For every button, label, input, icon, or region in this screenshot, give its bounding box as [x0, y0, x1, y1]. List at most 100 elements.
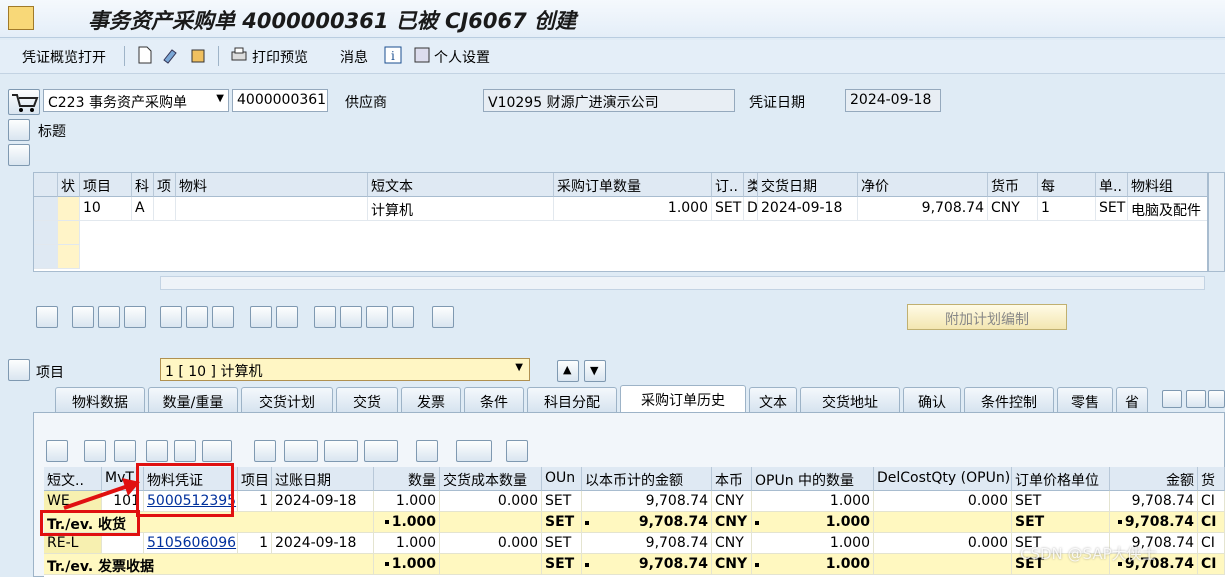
col-header[interactable]: 数量 — [374, 467, 440, 491]
delete-icon[interactable] — [160, 306, 182, 328]
col-header[interactable]: 过账日期 — [272, 467, 374, 491]
col-header[interactable]: 货币 — [988, 173, 1038, 197]
currency-cell[interactable]: CI — [1198, 491, 1225, 512]
amount-lc-cell[interactable]: 9,708.74 — [582, 533, 712, 554]
sort-descending-icon[interactable] — [340, 306, 362, 328]
tab-quantity-weight[interactable]: 数量/重量 — [148, 387, 238, 412]
copy-icon[interactable] — [250, 306, 272, 328]
next-item-button[interactable]: ▼ — [584, 360, 606, 382]
currency-cell[interactable]: CI — [1198, 533, 1225, 554]
tab-confirmations[interactable]: 确认 — [903, 387, 961, 412]
copy-item-icon[interactable] — [98, 306, 120, 328]
new-document-icon[interactable] — [137, 46, 155, 64]
col-header[interactable]: 短文本 — [368, 173, 554, 197]
tab-delivery[interactable]: 交货 — [336, 387, 398, 412]
col-header[interactable]: 交货日期 — [758, 173, 858, 197]
order-unit-cell[interactable]: SET — [1096, 197, 1128, 221]
status-cell[interactable] — [58, 221, 80, 245]
qty-cell[interactable]: 1.000 — [554, 197, 712, 221]
tab-invoice[interactable]: 发票 — [401, 387, 461, 412]
delcostqty-opun-cell[interactable]: 0.000 — [874, 533, 1012, 554]
personal-settings-button[interactable]: 个人设置 — [434, 47, 490, 67]
paste-item-icon[interactable] — [124, 306, 146, 328]
tab-texts[interactable]: 文本 — [749, 387, 797, 412]
col-header[interactable]: 单.. — [1096, 173, 1128, 197]
col-header[interactable]: 物料 — [176, 173, 368, 197]
row-selector[interactable] — [34, 245, 58, 269]
history-qty-cell[interactable]: 1.000 — [374, 533, 440, 554]
posting-date-cell[interactable]: 2024-09-18 — [272, 533, 374, 554]
info-icon[interactable]: i — [384, 46, 402, 64]
tab-po-history[interactable]: 采购订单历史 — [620, 385, 746, 413]
item-cell[interactable]: 10 — [80, 197, 132, 221]
info-icon[interactable] — [416, 440, 438, 462]
per-cell[interactable]: 1 — [1038, 197, 1096, 221]
messages-button[interactable]: 消息 — [340, 47, 368, 67]
tab-conditions[interactable]: 条件 — [464, 387, 524, 412]
subtotal-icon[interactable] — [392, 306, 414, 328]
col-header[interactable]: 状 — [58, 173, 80, 197]
history-item-cell[interactable]: 1 — [238, 533, 272, 554]
delivery-cost-qty-cell[interactable]: 0.000 — [440, 491, 542, 512]
tab-delivery-address[interactable]: 交货地址 — [800, 387, 900, 412]
lock-icon[interactable] — [186, 306, 208, 328]
item-details-icon[interactable] — [36, 306, 58, 328]
cart-icon[interactable] — [8, 89, 40, 115]
material-cell[interactable] — [176, 197, 368, 221]
qty-opun-cell[interactable]: 1.000 — [752, 533, 874, 554]
currency-cell[interactable]: CNY — [988, 197, 1038, 221]
view-icon[interactable] — [284, 440, 318, 462]
history-type-cell[interactable]: RE-L — [44, 533, 102, 554]
col-header[interactable]: 项目 — [80, 173, 132, 197]
order-price-unit-cell[interactable]: SET — [1012, 491, 1110, 512]
net-price-cell[interactable]: 9,708.74 — [858, 197, 988, 221]
details-icon[interactable] — [46, 440, 68, 462]
document-type-select[interactable]: C223 事务资产采购单 ▼ — [43, 89, 229, 112]
item-selector-dropdown[interactable]: 1 [ 10 ] 计算机 ▼ — [160, 358, 530, 381]
tab-delivery-schedule[interactable]: 交货计划 — [241, 387, 333, 412]
qty-opun-cell[interactable]: 1.000 — [752, 491, 874, 512]
col-header[interactable]: 以本币计的金额 — [582, 467, 712, 491]
po-number-field[interactable]: 4000000361 — [232, 89, 328, 112]
sort-descending-icon[interactable] — [114, 440, 136, 462]
col-header[interactable]: 本币 — [712, 467, 752, 491]
layout-icon[interactable] — [364, 440, 398, 462]
add-item-icon[interactable] — [72, 306, 94, 328]
print-preview-button[interactable]: 打印预览 — [252, 47, 308, 67]
col-header[interactable]: 净价 — [858, 173, 988, 197]
sort-ascending-icon[interactable] — [314, 306, 336, 328]
status-cell[interactable] — [58, 197, 80, 221]
personal-settings-icon[interactable] — [413, 46, 431, 64]
filter-icon[interactable] — [202, 440, 232, 462]
refresh-icon[interactable] — [506, 440, 528, 462]
document-overview-button[interactable]: 凭证概览打开 — [22, 47, 106, 67]
tab-account-assignment[interactable]: 科目分配 — [527, 387, 617, 412]
material-group-cell[interactable]: 电脑及配件 — [1128, 197, 1207, 221]
select-all-icon[interactable] — [34, 173, 58, 197]
row-selector[interactable] — [34, 197, 58, 221]
amount-cell[interactable]: 9,708.74 — [1110, 491, 1198, 512]
col-header[interactable]: 项目 — [238, 467, 272, 491]
horizontal-scrollbar[interactable] — [160, 276, 1205, 290]
col-header[interactable]: 每 — [1038, 173, 1096, 197]
display-change-icon[interactable] — [162, 46, 180, 64]
amount-lc-cell[interactable]: 9,708.74 — [582, 491, 712, 512]
collapse-item-detail-icon[interactable] — [8, 359, 30, 381]
delcostqty-opun-cell[interactable]: 0.000 — [874, 491, 1012, 512]
tab-scroll-left-icon[interactable] — [1162, 390, 1182, 408]
item-cat-cell[interactable] — [154, 197, 176, 221]
unlock-icon[interactable] — [212, 306, 234, 328]
category-cell[interactable]: D — [744, 197, 758, 221]
vertical-scrollbar[interactable] — [1208, 172, 1225, 272]
col-header[interactable]: 交货成本数量 — [440, 467, 542, 491]
col-header[interactable]: 订单价格单位 — [1012, 467, 1110, 491]
col-header[interactable]: 订.. — [712, 173, 744, 197]
find-icon[interactable] — [146, 440, 168, 462]
layout-icon[interactable] — [276, 306, 298, 328]
oun-cell[interactable]: SET — [542, 491, 582, 512]
tab-scroll-right-icon[interactable] — [1186, 390, 1206, 408]
tab-more[interactable]: 省 — [1116, 387, 1148, 412]
delivery-date-cell[interactable]: 2024-09-18 — [758, 197, 858, 221]
col-header[interactable]: OUn — [542, 467, 582, 491]
collapse-items-icon[interactable] — [8, 144, 30, 166]
